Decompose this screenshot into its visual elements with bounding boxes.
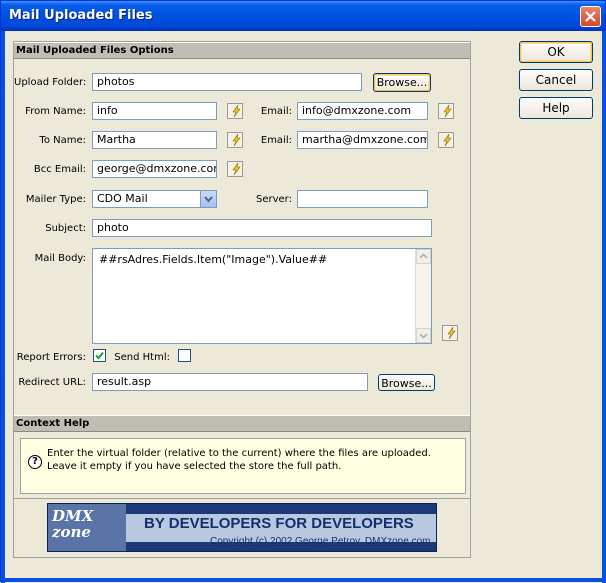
frame-right <box>602 31 606 583</box>
close-icon <box>585 11 596 22</box>
lightning-icon <box>443 133 452 147</box>
mail-body-textarea[interactable]: ##rsAdres.Fields.Item("Image").Value## <box>92 248 432 344</box>
banner-copyright: Copyright (c) 2002 George Petrov, DMXzon… <box>210 536 431 547</box>
context-help-box: ? Enter the virtual folder (relative to … <box>20 438 466 494</box>
bcc-email-input[interactable]: george@dmxzone.com <box>92 160 217 178</box>
title-bar[interactable]: Mail Uploaded Files <box>1 1 605 31</box>
close-button[interactable] <box>580 6 601 27</box>
banner-slogan: BY DEVELOPERS FOR DEVELOPERS <box>144 515 414 532</box>
mailer-type-select[interactable]: CDO Mail <box>92 190 217 208</box>
lightning-icon <box>447 326 456 340</box>
dmxzone-logo: DMX zone <box>48 504 126 551</box>
divider <box>14 498 470 499</box>
lightning-icon <box>232 162 241 176</box>
report-errors-checkbox[interactable] <box>93 349 106 362</box>
mail-body-value: ##rsAdres.Fields.Item("Image").Value## <box>99 253 328 266</box>
to-email-input[interactable]: martha@dmxzone.com <box>297 131 428 149</box>
bcc-email-dynamic-button[interactable] <box>227 161 243 177</box>
redirect-url-label: Redirect URL: <box>18 377 86 388</box>
from-email-dynamic-button[interactable] <box>438 103 454 119</box>
upload-folder-browse-button[interactable]: Browse... <box>373 73 431 92</box>
dialog-window: Mail Uploaded Files Mail Uploaded Files … <box>0 0 606 583</box>
context-help-header: Context Help <box>14 415 470 432</box>
to-name-dynamic-button[interactable] <box>227 132 243 148</box>
options-section-header: Mail Uploaded Files Options <box>14 42 470 59</box>
mail-body-label: Mail Body: <box>34 253 86 264</box>
from-email-input[interactable]: info@dmxzone.com <box>297 102 428 120</box>
send-html-checkbox[interactable] <box>178 349 191 362</box>
upload-folder-input[interactable]: photos <box>92 73 362 91</box>
mailer-type-label: Mailer Type: <box>25 194 86 205</box>
lightning-icon <box>232 104 241 118</box>
to-name-input[interactable]: Martha <box>92 131 217 149</box>
dmxzone-banner: DMX zone BY DEVELOPERS FOR DEVELOPERS Co… <box>47 503 437 552</box>
report-errors-label: Report Errors: <box>16 352 86 363</box>
server-input[interactable] <box>297 190 428 208</box>
to-email-dynamic-button[interactable] <box>438 132 454 148</box>
from-email-label: Email: <box>260 106 292 117</box>
to-email-label: Email: <box>260 135 292 146</box>
redirect-url-browse-button[interactable]: Browse... <box>378 374 435 391</box>
mail-body-dynamic-button[interactable] <box>442 325 458 341</box>
bcc-email-label: Bcc Email: <box>33 164 86 175</box>
ok-button[interactable]: OK <box>519 41 593 63</box>
chevron-down-icon[interactable] <box>200 191 216 207</box>
window-title: Mail Uploaded Files <box>9 8 153 23</box>
send-html-label: Send Html: <box>114 352 170 363</box>
server-label: Server: <box>256 194 292 205</box>
scroll-down-icon[interactable] <box>416 328 431 343</box>
from-name-input[interactable]: info <box>92 102 217 120</box>
upload-folder-label: Upload Folder: <box>14 77 87 88</box>
subject-input[interactable]: photo <box>92 219 432 237</box>
lightning-icon <box>232 133 241 147</box>
checkmark-icon <box>95 351 104 360</box>
lightning-icon <box>443 104 452 118</box>
help-button[interactable]: Help <box>519 97 593 119</box>
dmxzone-logo-text: DMX zone <box>52 507 94 541</box>
to-name-label: To Name: <box>39 135 86 146</box>
from-name-label: From Name: <box>25 106 86 117</box>
mailer-type-value: CDO Mail <box>97 192 148 205</box>
help-question-icon: ? <box>28 455 42 469</box>
frame-bottom <box>1 578 606 582</box>
mail-body-scrollbar[interactable] <box>415 249 431 343</box>
scroll-up-icon[interactable] <box>416 249 431 264</box>
subject-label: Subject: <box>45 223 86 234</box>
frame-left <box>1 31 5 583</box>
options-panel: Mail Uploaded Files Options Upload Folde… <box>13 41 471 558</box>
from-name-dynamic-button[interactable] <box>227 103 243 119</box>
redirect-url-input[interactable]: result.asp <box>92 373 368 391</box>
context-help-text: Enter the virtual folder (relative to th… <box>47 448 431 472</box>
cancel-button[interactable]: Cancel <box>519 69 593 91</box>
